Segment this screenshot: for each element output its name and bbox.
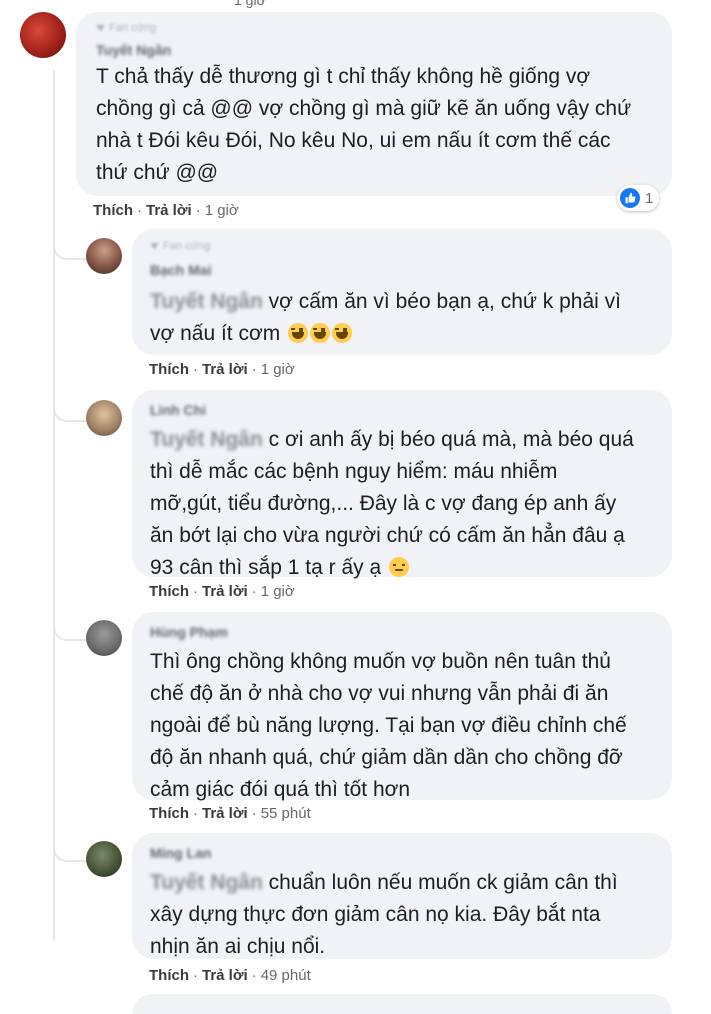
comment-author[interactable]: Ming Lan [150,845,211,861]
comment-text: Tuyết Ngân c ơi anh ấy bị béo quá mà, mà… [150,424,665,584]
comment-author[interactable]: Linh Chi [150,402,206,418]
comment-time[interactable]: 55 phút [261,805,311,822]
comment-actions: Thích · Trả lời · 1 giờ [149,361,295,378]
reply-button[interactable]: Trả lời [202,967,248,984]
comment-actions: Thích · Trả lời · 49 phút [149,967,311,984]
next-comment-bubble [132,994,672,1014]
tagged-user[interactable]: Tuyết Ngân [150,286,263,318]
disappointed-emoji [388,557,409,577]
reply-button[interactable]: Trả lời [202,361,248,378]
comment-time[interactable]: 1 giờ [261,361,295,378]
laughing-tears-emoji [310,323,331,343]
comment-time[interactable]: 1 giờ [205,202,239,219]
like-button[interactable]: Thích [149,805,189,822]
like-button[interactable]: Thích [149,583,189,600]
like-button[interactable]: Thích [149,967,189,984]
avatar[interactable] [20,12,66,58]
reaction-count: 1 [645,189,654,207]
comment-text: T chả thấy dễ thương gì t chỉ thấy không… [96,65,632,184]
tagged-user[interactable]: Tuyết Ngân [150,867,263,899]
reply-button[interactable]: Trả lời [202,583,248,600]
fan-badge-icon [96,24,105,32]
comment-text: Tuyết Ngân vợ cấm ăn vì béo bạn ạ, chứ k… [150,286,665,350]
reply-button[interactable]: Trả lời [202,805,248,822]
tagged-user[interactable]: Tuyết Ngân [150,424,263,456]
like-icon [620,188,640,208]
fan-badge-icon [150,242,159,250]
laughing-tears-emoji [332,323,353,343]
top-cropped-time: 1 giờ [234,0,266,8]
fan-badge: Fan cứng [150,240,210,252]
thread-line [53,70,55,940]
comment-actions: Thích · Trả lời · 55 phút [149,805,311,822]
comment-actions: Thích · Trả lời · 1 giờ [149,583,295,600]
comment-time[interactable]: 49 phút [261,967,311,984]
comment-text: Tuyết Ngân chuẩn luôn nếu muốn ck giảm c… [150,867,665,963]
like-button[interactable]: Thích [93,202,133,219]
comment-author[interactable]: Hùng Phạm [150,624,228,640]
avatar[interactable] [86,400,122,436]
avatar[interactable] [86,841,122,877]
laughing-tears-emoji [288,323,309,343]
comment-time[interactable]: 1 giờ [261,583,295,600]
comment-actions: Thích · Trả lời · 1 giờ [93,202,239,219]
like-button[interactable]: Thích [149,361,189,378]
reply-button[interactable]: Trả lời [146,202,192,219]
fan-badge: Fan cứng [96,22,156,34]
comment-text: Thì ông chồng không muốn vợ buồn nên tuâ… [150,650,627,801]
comment-author[interactable]: Bạch Mai [150,262,211,278]
comment-author[interactable]: Tuyết Ngân [96,42,171,58]
avatar[interactable] [86,620,122,656]
reaction-summary[interactable]: 1 [617,185,660,211]
avatar[interactable] [86,238,122,274]
